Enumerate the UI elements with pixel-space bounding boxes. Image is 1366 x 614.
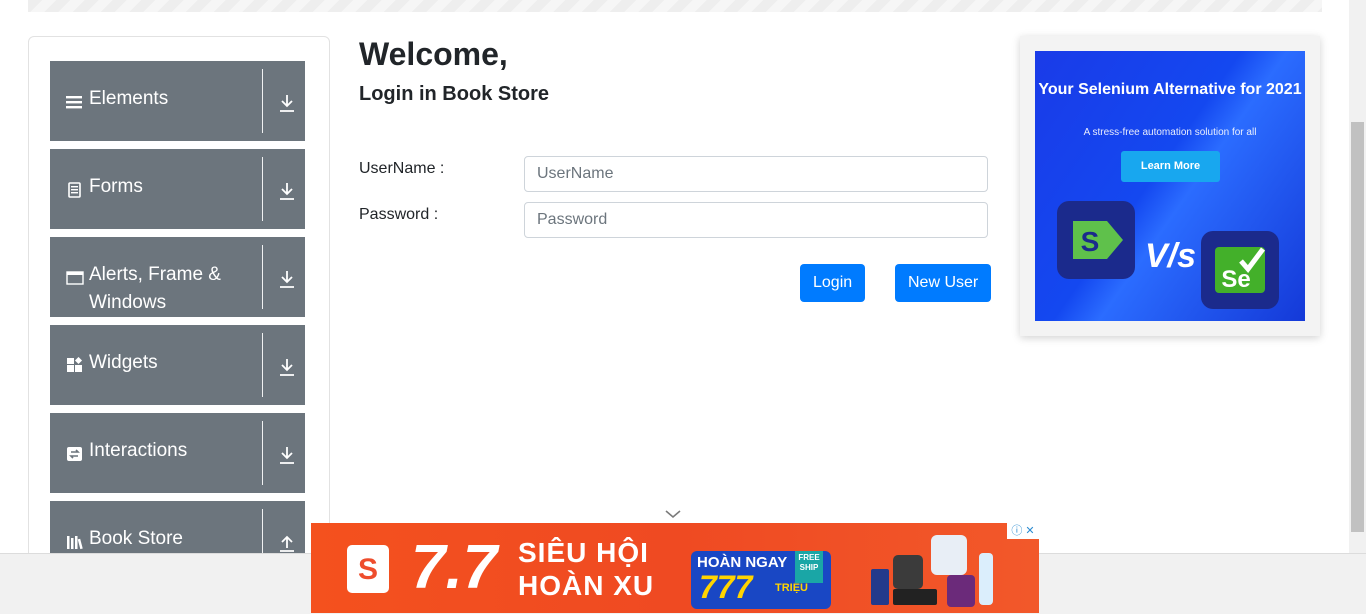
download-arrow-icon[interactable]: [277, 181, 297, 201]
group-divider: [262, 69, 263, 133]
nav-group-forms[interactable]: Forms: [50, 149, 305, 229]
nav-group-label: Alerts, Frame & Windows: [89, 264, 221, 313]
group-divider: [262, 245, 263, 309]
nav-group-elements[interactable]: Elements: [50, 61, 305, 141]
menu-lines-icon: [66, 96, 82, 109]
chevron-down-icon[interactable]: [664, 508, 682, 520]
ad-tagline: A stress-free automation solution for al…: [1083, 127, 1257, 138]
group-divider: [262, 333, 263, 397]
katalon-logo-icon: S: [1057, 201, 1135, 279]
product-images-icon: [871, 535, 993, 607]
page-subtitle: Login in Book Store: [359, 83, 549, 105]
new-user-button[interactable]: New User: [895, 264, 992, 302]
books-icon: [67, 536, 83, 550]
ad-learn-more-button[interactable]: Learn More: [1121, 151, 1220, 182]
group-divider: [262, 157, 263, 221]
top-banner-strip: [28, 0, 1322, 12]
ad-line-two: HOÀN XU: [518, 570, 655, 601]
ad-big-number: 7.7: [411, 533, 498, 602]
username-input[interactable]: [524, 156, 988, 192]
katalon-logo-letter: S: [1081, 226, 1100, 257]
nav-group-label: Forms: [89, 176, 143, 197]
download-arrow-icon[interactable]: [277, 445, 297, 465]
scrollbar-thumb[interactable]: [1351, 122, 1364, 532]
download-arrow-icon[interactable]: [277, 357, 297, 377]
username-label: UserName :: [359, 160, 445, 177]
ad-headline: Your Selenium Alternative for 2021: [1038, 81, 1302, 98]
versus-text: V/s: [1145, 237, 1197, 275]
selenium-logo-icon: Se: [1201, 231, 1279, 309]
swap-arrows-icon: [67, 447, 82, 461]
browser-window-icon: [66, 271, 84, 285]
nav-group-label: Elements: [89, 88, 169, 109]
login-button[interactable]: Login: [800, 264, 866, 302]
group-divider: [262, 421, 263, 485]
document-icon: [68, 182, 81, 198]
bottom-advertisement[interactable]: S 7.7 SIÊU HỘI HOÀN XU HOÀN NGAY 777 TRI…: [311, 523, 1039, 613]
left-navigation-panel: Elements Forms Alerts, Frame & Windows W…: [28, 36, 330, 598]
nav-group-interactions[interactable]: Interactions: [50, 413, 305, 493]
selenium-logo-letters: Se: [1221, 266, 1250, 293]
nav-group-label: Widgets: [89, 352, 158, 373]
page-title: Welcome,: [359, 36, 508, 72]
upload-arrow-icon[interactable]: [277, 533, 297, 553]
ad-banner[interactable]: Your Selenium Alternative for 2021 A str…: [1035, 51, 1305, 321]
nav-group-label: Interactions: [89, 440, 188, 461]
widgets-grid-icon: [67, 357, 83, 372]
password-input[interactable]: [524, 202, 988, 238]
password-label: Password :: [359, 206, 439, 223]
vertical-scrollbar[interactable]: [1349, 0, 1366, 553]
side-advertisement[interactable]: Your Selenium Alternative for 2021 A str…: [1020, 36, 1320, 336]
ad-close-icon[interactable]: ⓘ ✕: [1007, 523, 1039, 539]
nav-group-widgets[interactable]: Widgets: [50, 325, 305, 405]
ad-line-one: SIÊU HỘI: [518, 537, 649, 568]
ad-offer-amount: 777: [699, 569, 753, 605]
nav-group-label: Book Store: [89, 528, 183, 549]
shopee-bag-icon: S: [347, 545, 389, 593]
ad-offer-unit: TRIỆU: [775, 582, 808, 594]
nav-group-alerts-frame-windows[interactable]: Alerts, Frame & Windows: [50, 237, 305, 317]
download-arrow-icon[interactable]: [277, 269, 297, 289]
free-ship-badge: FREE SHIP: [795, 551, 823, 583]
download-arrow-icon[interactable]: [277, 93, 297, 113]
